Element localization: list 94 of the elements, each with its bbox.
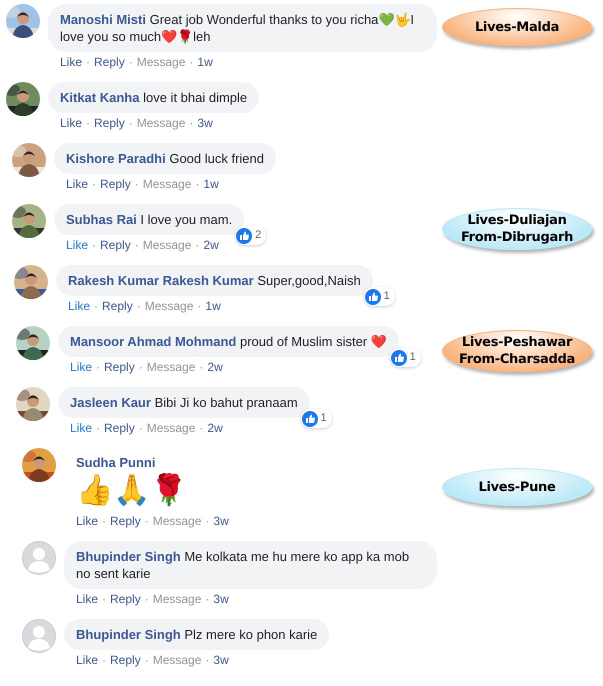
- comment-text: Kishore Paradhi Good luck friend: [66, 151, 264, 166]
- reply-link[interactable]: Reply: [110, 653, 141, 667]
- separator-dot: ·: [94, 299, 98, 313]
- timestamp[interactable]: 2w: [207, 421, 223, 435]
- timestamp[interactable]: 3w: [213, 514, 229, 528]
- separator-dot: ·: [199, 360, 204, 374]
- separator-dot: ·: [138, 360, 143, 374]
- separator-dot: ·: [136, 299, 141, 313]
- author-link[interactable]: Kishore Paradhi: [66, 151, 166, 166]
- reaction-count[interactable]: 1: [390, 348, 421, 367]
- author-link[interactable]: Bhupinder Singh: [76, 549, 181, 564]
- reply-link[interactable]: Reply: [100, 177, 131, 191]
- like-icon: [236, 228, 252, 244]
- author-link[interactable]: Mansoor Ahmad Mohmand: [70, 334, 236, 349]
- separator-dot: ·: [144, 592, 149, 606]
- separator-dot: ·: [102, 592, 106, 606]
- comment-text: Rakesh Kumar Rakesh Kumar Super,good,Naish: [68, 273, 361, 288]
- like-link[interactable]: Like: [60, 55, 82, 69]
- separator-dot: ·: [199, 421, 204, 435]
- like-link[interactable]: Like: [76, 514, 98, 528]
- like-link[interactable]: Like: [66, 177, 88, 191]
- author-link[interactable]: Jasleen Kaur: [70, 395, 151, 410]
- separator-dot: ·: [195, 238, 200, 252]
- comment-text: Bhupinder Singh Me kolkata me hu mere ko app ka mob no sent karie: [76, 549, 410, 581]
- like-link[interactable]: Like: [70, 360, 92, 374]
- reply-link[interactable]: Reply: [102, 299, 133, 313]
- separator-dot: ·: [102, 653, 106, 667]
- author-link[interactable]: Kitkat Kanha: [60, 90, 140, 105]
- separator-dot: ·: [128, 55, 133, 69]
- author-link[interactable]: Sudha Punni: [76, 455, 156, 470]
- separator-dot: ·: [189, 55, 194, 69]
- separator-dot: ·: [138, 421, 143, 435]
- avatar-icon: [22, 619, 56, 653]
- like-link[interactable]: Like: [66, 238, 88, 252]
- reply-link[interactable]: Reply: [104, 421, 135, 435]
- separator-dot: ·: [96, 360, 100, 374]
- separator-dot: ·: [144, 514, 149, 528]
- like-link[interactable]: Like: [76, 653, 98, 667]
- separator-dot: ·: [195, 177, 200, 191]
- author-link[interactable]: Bhupinder Singh: [76, 627, 181, 642]
- location-callout: Lives-Duliajan From-Dibrugarh: [442, 208, 592, 250]
- comment-text: Manoshi Misti Great job Wonderful thanks to you richa💚🤟I love you so much❤🌹leh: [60, 12, 414, 44]
- timestamp[interactable]: 1w: [203, 177, 219, 191]
- separator-dot: ·: [102, 514, 106, 528]
- separator-dot: ·: [134, 238, 139, 252]
- author-link[interactable]: Subhas Rai: [66, 212, 137, 227]
- timestamp[interactable]: 3w: [213, 592, 229, 606]
- comment-text: Bhupinder Singh Plz mere ko phon karie: [76, 627, 318, 642]
- like-link[interactable]: Like: [60, 116, 82, 130]
- separator-dot: ·: [205, 592, 210, 606]
- reaction-count[interactable]: 2: [235, 226, 266, 245]
- location-callout: Lives-Pune: [442, 468, 592, 506]
- reply-link[interactable]: Reply: [94, 55, 125, 69]
- reply-link[interactable]: Reply: [104, 360, 135, 374]
- author-link[interactable]: Manoshi Misti: [60, 12, 146, 27]
- separator-dot: ·: [144, 653, 149, 667]
- like-icon: [364, 288, 381, 304]
- separator-dot: ·: [92, 238, 96, 252]
- like-icon: [390, 350, 407, 366]
- like-link[interactable]: Like: [68, 299, 90, 313]
- separator-dot: ·: [134, 177, 139, 191]
- reply-link[interactable]: Reply: [110, 514, 141, 528]
- like-link[interactable]: Like: [76, 592, 98, 606]
- reply-link[interactable]: Reply: [94, 116, 125, 130]
- comment-text: Jasleen Kaur Bibi Ji ko bahut pranaam: [70, 395, 298, 410]
- comment-text: Subhas Rai I love you mam.: [66, 212, 232, 227]
- separator-dot: ·: [197, 299, 202, 313]
- separator-dot: ·: [205, 653, 210, 667]
- separator-dot: ·: [128, 116, 133, 130]
- reaction-count[interactable]: 1: [300, 409, 332, 428]
- separator-dot: ·: [92, 177, 96, 191]
- separator-dot: ·: [189, 116, 194, 130]
- separator-dot: ·: [96, 421, 100, 435]
- emoji-text: 👍🙏🌹: [76, 472, 187, 509]
- reply-link[interactable]: Reply: [110, 592, 141, 606]
- timestamp[interactable]: 3w: [197, 116, 213, 130]
- timestamp[interactable]: 2w: [207, 360, 223, 374]
- author-link[interactable]: Rakesh Kumar Rakesh Kumar: [68, 273, 254, 288]
- comment-text: Mansoor Ahmad Mohmand proud of Muslim sister ❤: [70, 334, 387, 349]
- timestamp[interactable]: 1w: [197, 55, 213, 69]
- reply-link[interactable]: Reply: [100, 238, 131, 252]
- timestamp[interactable]: 1w: [205, 299, 221, 313]
- like-icon: [302, 410, 318, 426]
- separator-dot: ·: [86, 116, 90, 130]
- avatar-icon: [22, 541, 56, 575]
- separator-dot: ·: [205, 514, 210, 528]
- comment-text: Kitkat Kanha love it bhai dimple: [60, 90, 248, 105]
- timestamp[interactable]: 3w: [213, 653, 229, 667]
- separator-dot: ·: [86, 55, 90, 69]
- reaction-count[interactable]: 1: [364, 287, 395, 306]
- location-callout: Lives-Malda: [442, 8, 592, 46]
- timestamp[interactable]: 2w: [203, 238, 219, 252]
- location-callout: Lives-Peshawar From-Charsadda: [442, 330, 592, 372]
- like-link[interactable]: Like: [70, 421, 92, 435]
